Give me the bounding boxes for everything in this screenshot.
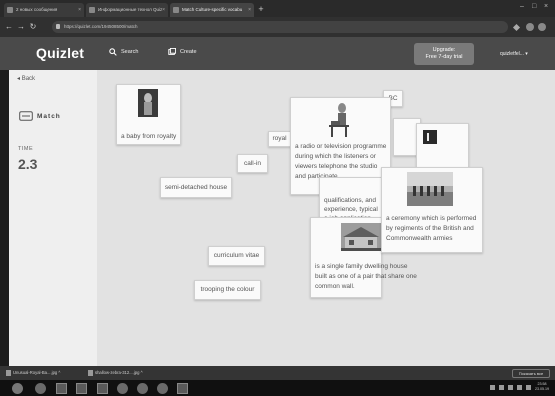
close-icon[interactable]: × [162,3,165,17]
mail-favicon-icon [7,7,13,13]
close-icon[interactable]: × [248,3,251,17]
tab-label: 2 новых сообщения [16,7,58,12]
time-label: TIME [18,146,34,152]
quizlet-favicon-icon [89,7,95,13]
back-arrow-icon[interactable]: ← [4,21,14,33]
chevron-up-icon[interactable]: ^ [141,370,143,375]
tray-icon[interactable] [490,385,495,390]
downloads-bar: Unusual-Royal-Ba....jpg ^ shallow-zebra-… [0,366,555,380]
minimize-icon[interactable]: – [520,2,524,12]
volume-icon[interactable] [508,385,513,390]
download-item[interactable]: Unusual-Royal-Ba....jpg ^ [4,368,60,378]
match-mode-icon [19,111,33,121]
yandex-app-icon[interactable] [157,383,168,394]
language-icon[interactable] [526,385,531,390]
upgrade-button[interactable]: Upgrade: Free 7-day trial [414,43,474,65]
parade-photo-icon [407,172,453,206]
file-icon [88,370,93,376]
tab-label: Match Culture-specific vocabu [182,7,243,12]
new-tab-button[interactable]: + [256,4,266,14]
address-bar[interactable]: https://quizlet.com/194508500/match [52,21,508,33]
upgrade-line1: Upgrade: [432,47,456,53]
profile-icon[interactable] [538,23,546,31]
browser-tab-bar: 2 новых сообщения × Информационные техно… [0,0,555,17]
card-text: curriculum vitae [213,252,260,259]
file-icon [6,370,11,376]
chevron-left-icon: ◂ [17,76,21,82]
browser-tab-mail[interactable]: 2 новых сообщения × [4,3,84,17]
card-text: is a single family dwelling house built … [315,263,417,290]
forward-arrow-icon[interactable]: → [16,21,26,33]
search-icon[interactable] [109,48,117,56]
url-text: https://quizlet.com/194508500/match [64,24,138,29]
browser-tab-quizlet-it[interactable]: Информационные технол Quiz × [86,3,168,17]
back-label: Back [21,76,36,82]
tab-label: Информационные технол Quiz [98,7,163,12]
user-menu[interactable]: quizletfel... ▾ [500,51,528,57]
browser-toolbar: ← → ↻ https://quizlet.com/194508500/matc… [0,17,555,37]
card-text: semi-detached house [164,183,228,191]
close-icon[interactable]: × [78,3,81,17]
upgrade-line2: Free 7-day trial [425,54,463,60]
start-icon[interactable] [12,383,23,394]
chevron-up-icon[interactable]: ^ [58,370,60,375]
person-on-phone-icon [329,103,349,137]
card-royal[interactable]: royal [268,131,291,147]
opera-app-icon[interactable] [117,383,128,394]
download-item[interactable]: shallow-zebra-312....jpg ^ [86,368,143,378]
card-text: royal [272,135,287,142]
explorer-app-icon[interactable] [56,383,67,394]
app-icon[interactable] [97,383,108,394]
card-trooping-definition[interactable]: a ceremony which is performed by regimen… [381,167,483,253]
match-board: a baby from royalty BC royal call-in a r… [97,70,555,366]
quizlet-logo[interactable]: Quizlet [36,45,84,61]
photos-app-icon[interactable] [177,383,188,394]
system-clock[interactable]: 23:58 23.05.19 [535,382,549,392]
browser-app-icon[interactable] [35,383,46,394]
timer-value: 2.3 [18,156,38,172]
maximize-icon[interactable]: □ [532,2,536,12]
quizlet-favicon-icon [173,7,179,13]
back-link[interactable]: ◂ Back [17,75,35,82]
card-royal-baby[interactable]: a baby from royalty [116,84,181,145]
card-text: a ceremony which is performed by regimen… [386,215,477,242]
extension-icon[interactable] [526,23,534,31]
site-header: Quizlet Search Create Upgrade: Free 7-da… [0,37,555,70]
card-text: a baby from royalty [121,133,177,140]
word-app-icon[interactable] [76,383,87,394]
close-window-icon[interactable]: × [544,2,548,12]
match-sidebar: ◂ Back Match TIME 2.3 [9,70,97,366]
create-icon[interactable] [168,48,176,56]
clock-date: 23.05.19 [535,387,549,391]
card-bbc-logo[interactable] [416,123,469,168]
card-semi-detached-definition[interactable]: is a single family dwelling house built … [310,217,417,298]
network-icon[interactable] [517,385,522,390]
create-button[interactable]: Create [180,49,197,55]
show-all-downloads-button[interactable]: Показать все [512,369,550,378]
os-taskbar: 23:58 23.05.19 [0,380,555,396]
lock-icon [56,24,60,29]
house-photo-icon [341,223,381,251]
star-icon[interactable] [512,23,521,32]
card-text: call-in [244,159,261,167]
card-trooping-the-colour[interactable]: trooping the colour [194,280,261,300]
chrome-app-icon[interactable] [137,383,148,394]
screen: 2 новых сообщения × Информационные техно… [0,0,555,396]
download-filename: shallow-zebra-312....jpg [95,370,140,375]
mode-label: Match [37,113,61,120]
search-button[interactable]: Search [121,49,138,55]
card-semi-detached-house[interactable]: semi-detached house [160,177,232,198]
browser-tab-match[interactable]: Match Culture-specific vocabu × [170,3,254,17]
download-filename: Unusual-Royal-Ba....jpg [13,370,58,375]
card-curriculum-vitae[interactable]: curriculum vitae [208,246,265,266]
bbc-logo-icon [423,130,437,144]
card-text: trooping the colour [200,286,255,293]
royal-baby-photo-icon [138,89,158,117]
card-call-in[interactable]: call-in [237,154,268,173]
reload-icon[interactable]: ↻ [28,21,38,33]
tray-icon[interactable] [499,385,504,390]
